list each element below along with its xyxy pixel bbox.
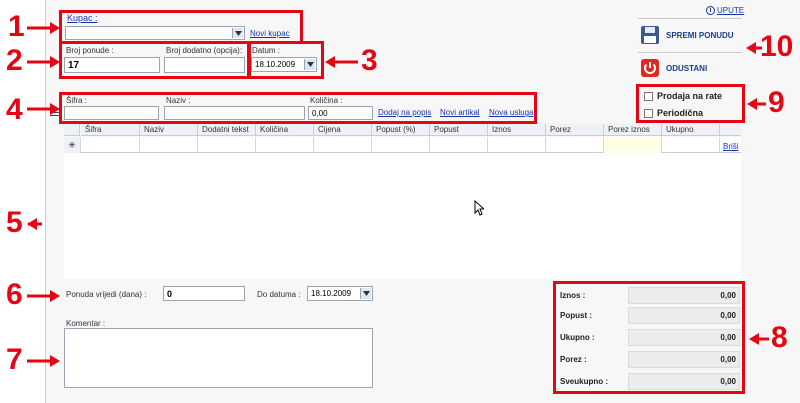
callout-arrows [27,22,769,367]
